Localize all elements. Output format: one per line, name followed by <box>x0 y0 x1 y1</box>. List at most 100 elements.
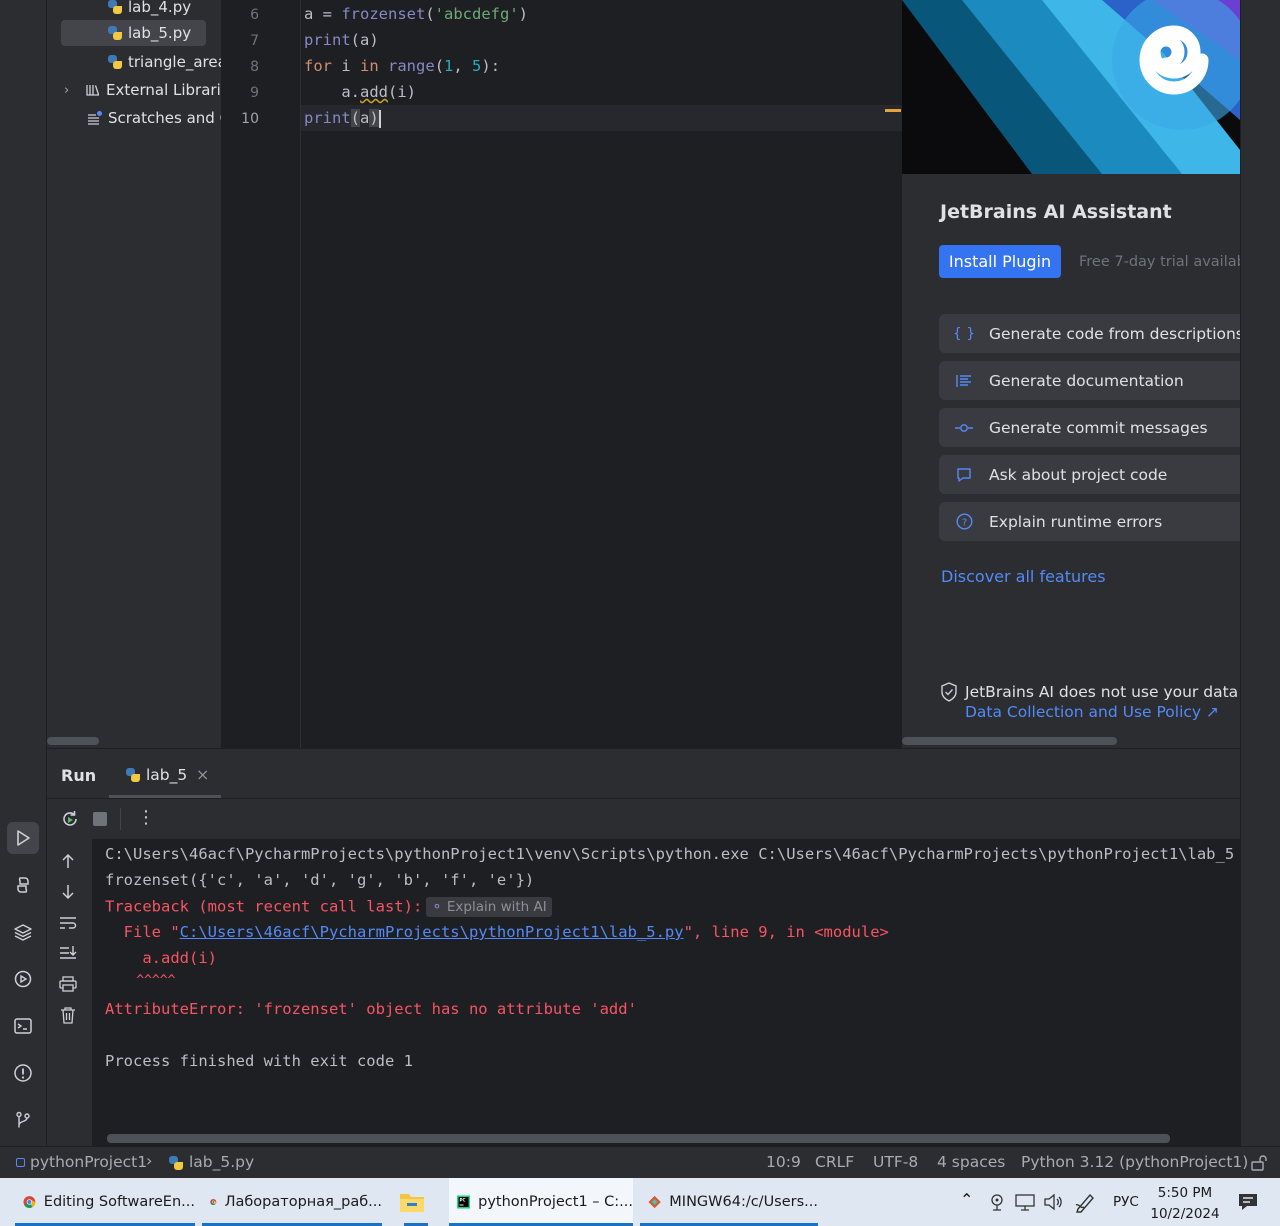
git-icon[interactable] <box>7 1104 39 1136</box>
code-line-6[interactable]: a = frozenset('abcdefg') <box>304 5 528 23</box>
feature-generate-docs[interactable]: Generate documentation <box>939 361 1240 400</box>
volume-icon[interactable] <box>1043 1193 1063 1211</box>
pen-icon[interactable] <box>1074 1191 1098 1213</box>
feature-commit-messages[interactable]: Generate commit messages <box>939 408 1240 447</box>
discover-features-link[interactable]: Discover all features <box>941 567 1106 586</box>
tray-chevron-up-icon[interactable]: ⌃ <box>960 1190 973 1209</box>
chevron-right-icon[interactable]: › <box>64 83 80 98</box>
indent-setting[interactable]: 4 spaces <box>937 1153 1005 1171</box>
trash-icon[interactable] <box>58 1005 78 1025</box>
policy-link[interactable]: Data Collection and Use Policy ↗ <box>965 703 1219 721</box>
feature-generate-code[interactable]: { } Generate code from descriptions <box>939 314 1240 353</box>
taskbar-pycharm[interactable]: PC pythonProject1 – C:... <box>449 1178 633 1226</box>
cursor-position[interactable]: 10:9 <box>766 1153 801 1171</box>
privacy-text: JetBrains AI does not use your data or <box>965 683 1240 701</box>
library-icon <box>86 85 100 96</box>
unlock-icon[interactable] <box>1251 1155 1268 1171</box>
tree-scrollbar[interactable] <box>47 737 99 745</box>
tree-item-lab5[interactable]: lab_5.py <box>61 20 206 46</box>
tree-item-label: External Librarie <box>106 81 221 99</box>
network-icon[interactable] <box>1014 1193 1036 1211</box>
toolbar-separator <box>120 808 121 830</box>
editor-gutter: 6 7 8 9 10 <box>221 0 301 748</box>
code-line-8[interactable]: for i in range(1, 5): <box>304 57 500 75</box>
tree-item-lab4[interactable]: lab_4.py <box>107 0 191 20</box>
code-line-9[interactable]: a.add(i) <box>304 83 416 101</box>
status-bar: pythonProject1 › lab_5.py 10:9 CRLF UTF-… <box>0 1146 1280 1178</box>
svg-text:PC: PC <box>460 1197 466 1202</box>
ai-spiral-icon: ⚬ <box>431 899 443 915</box>
shield-check-icon <box>941 682 957 702</box>
more-options-icon[interactable]: ⋮ <box>137 807 155 828</box>
run-tool-icon[interactable] <box>7 822 39 854</box>
tree-item-triangle-area[interactable]: triangle_area <box>107 49 221 75</box>
commit-icon <box>939 423 989 433</box>
rerun-icon[interactable] <box>60 809 80 829</box>
code-editor[interactable]: a = frozenset('abcdefg') print(a) for i … <box>301 0 902 748</box>
question-icon: ? <box>939 513 989 530</box>
tree-item-external-libraries[interactable]: › External Librarie <box>64 77 221 103</box>
explain-with-ai-label: Explain with AI <box>446 899 547 915</box>
file-suffix: ", line 9, in <module> <box>683 923 889 941</box>
console-command-line: C:\Users\46acf\PycharmProjects\pythonPro… <box>105 845 1235 863</box>
problems-icon[interactable] <box>7 1057 39 1089</box>
console-file-line: File "C:\Users\46acf\PycharmProjects\pyt… <box>105 923 889 941</box>
python-file-icon <box>107 54 123 70</box>
right-tool-strip <box>1240 0 1280 1146</box>
file-path-link[interactable]: C:\Users\46acf\PycharmProjects\pythonPro… <box>180 923 684 941</box>
scroll-up-icon[interactable] <box>58 851 78 871</box>
warning-marker[interactable] <box>885 109 901 112</box>
clock[interactable]: 5:50 PM 10/2/2024 <box>1150 1183 1220 1225</box>
soft-wrap-icon[interactable] <box>58 913 78 933</box>
scratches-icon <box>88 111 102 125</box>
console-scrollbar[interactable] <box>107 1134 1170 1143</box>
module-icon <box>16 1158 25 1167</box>
taskbar-item-label: pythonProject1 – C:... <box>478 1194 633 1210</box>
layers-icon[interactable] <box>7 916 39 948</box>
python-interpreter[interactable]: Python 3.12 (pythonProject1) <box>1021 1153 1248 1171</box>
tree-item-scratches[interactable]: Scratches and C <box>87 105 221 131</box>
feature-label: Generate code from descriptions <box>989 324 1240 343</box>
services-icon[interactable] <box>7 963 39 995</box>
scroll-down-icon[interactable] <box>58 882 78 902</box>
file-encoding[interactable]: UTF-8 <box>873 1153 918 1171</box>
webcam-icon[interactable] <box>988 1193 1006 1211</box>
code-line-10[interactable]: print(a) <box>304 109 381 128</box>
left-tool-strip <box>0 0 47 1146</box>
feature-explain-errors[interactable]: ? Explain runtime errors <box>939 502 1240 541</box>
feature-label: Ask about project code <box>989 465 1168 484</box>
breadcrumb-file[interactable]: lab_5.py <box>189 1153 254 1171</box>
python-console-icon[interactable] <box>7 869 39 901</box>
taskbar-git-bash[interactable]: MINGW64:/c/Users... <box>640 1178 818 1226</box>
python-file-icon <box>107 25 123 41</box>
taskbar-item-label: Лабораторная_раб... <box>224 1194 382 1210</box>
taskbar-chrome-2[interactable]: Лабораторная_раб... <box>202 1178 382 1226</box>
line-separator[interactable]: CRLF <box>815 1153 854 1171</box>
close-tab-icon[interactable]: × <box>196 765 209 784</box>
terminal-icon[interactable] <box>7 1010 39 1042</box>
scroll-to-end-icon[interactable] <box>58 943 78 963</box>
feature-ask-project[interactable]: Ask about project code <box>939 455 1240 494</box>
install-plugin-button[interactable]: Install Plugin <box>939 245 1061 278</box>
line-number: 6 <box>250 7 259 23</box>
line-number: 8 <box>250 59 259 75</box>
taskbar-file-explorer[interactable] <box>390 1178 442 1226</box>
taskbar-chrome-1[interactable]: Editing SoftwareEn... <box>15 1178 195 1226</box>
braces-icon: { } <box>952 325 976 342</box>
notifications-icon[interactable] <box>1237 1191 1259 1213</box>
ai-panel-scrollbar[interactable] <box>902 737 1117 745</box>
stop-icon[interactable] <box>93 812 107 826</box>
console-caret-line: ^^^^^ <box>105 973 176 988</box>
console-output[interactable]: C:\Users\46acf\PycharmProjects\pythonPro… <box>92 839 1240 1147</box>
run-tab-lab5[interactable]: lab_5 × <box>109 749 221 798</box>
tree-item-label: Scratches and C <box>108 109 221 127</box>
print-icon[interactable] <box>58 974 78 994</box>
console-output-line: frozenset({'c', 'a', 'd', 'g', 'b', 'f',… <box>105 871 535 889</box>
explain-with-ai-button[interactable]: ⚬ Explain with AI <box>426 897 552 917</box>
run-panel-title: Run <box>61 766 97 785</box>
git-bash-icon <box>648 1195 661 1209</box>
breadcrumb-project[interactable]: pythonProject1 <box>30 1153 147 1171</box>
line-number-current: 10 <box>241 111 259 127</box>
language-indicator[interactable]: РУС <box>1113 1194 1139 1210</box>
code-line-7[interactable]: print(a) <box>304 31 379 49</box>
